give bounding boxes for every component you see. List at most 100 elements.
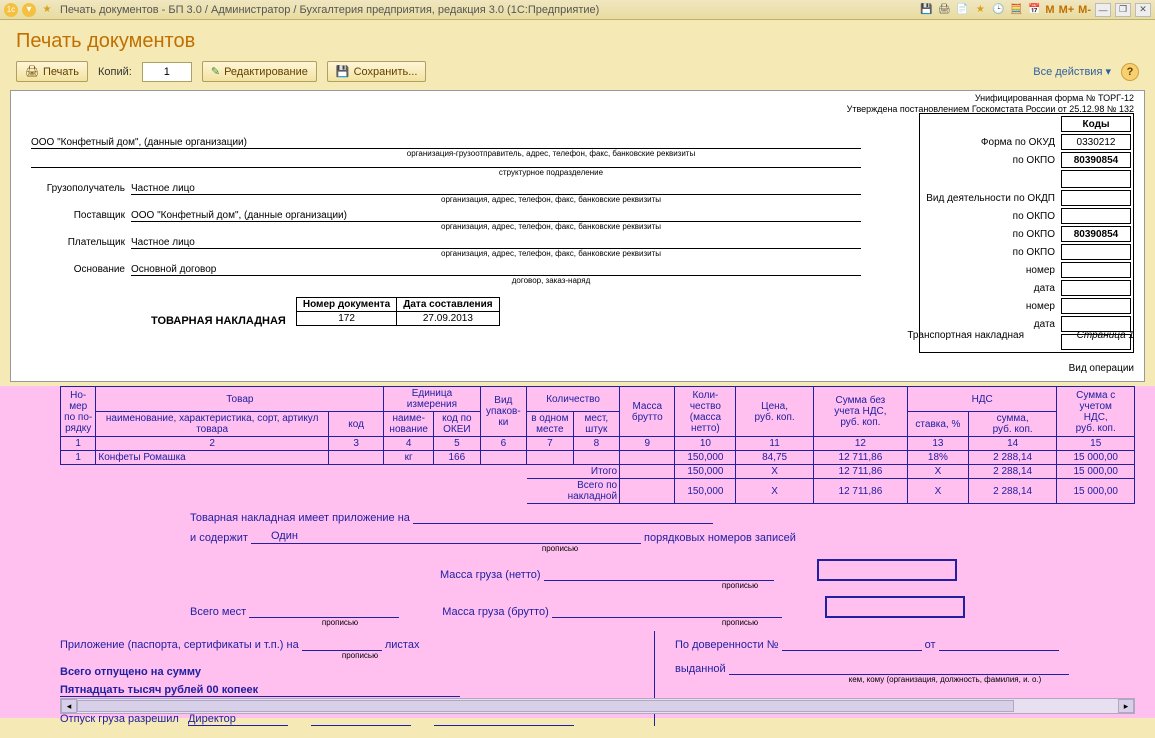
doc-icon[interactable]: 📄 [955, 3, 969, 17]
f-vsegomest: Всего мест [190, 606, 246, 618]
nd-v1: 172 [296, 312, 396, 326]
gp-lbl: Грузополучатель [31, 183, 131, 195]
f-pril: Приложение (паспорта, сертификаты и т.п.… [60, 639, 299, 651]
doc-name: ТОВАРНАЯ НАКЛАДНАЯ [151, 315, 286, 327]
restore-button[interactable]: ❐ [1115, 3, 1131, 17]
f-prop2: прописью [680, 581, 800, 590]
data-row: 1 Конфеты Ромашка кг 166 150,000 84,75 1… [61, 451, 1135, 465]
save-icon[interactable]: 💾 [919, 3, 933, 17]
h-ndssum: сумма, руб. коп. [968, 412, 1057, 437]
nd-h1: Номер документа [296, 298, 396, 312]
colnum: 6 [480, 437, 527, 451]
help-button[interactable]: ? [1121, 63, 1139, 81]
all-actions-link[interactable]: Все действия ▾ [1033, 65, 1111, 78]
f-list: листах [385, 639, 420, 651]
f-prop1: прописью [460, 544, 660, 553]
colnum: 11 [736, 437, 814, 451]
history-icon[interactable]: 🕒 [991, 3, 1005, 17]
print-label: Печать [43, 66, 79, 78]
edit-icon: ✎ [211, 65, 220, 78]
f-prop3: прописью [290, 618, 390, 627]
print-button[interactable]: 🖨 Печать [16, 61, 88, 82]
h-netto: Коли- чество (масса нетто) [675, 387, 736, 437]
h-nom: Но- мер по по- рядку [61, 387, 96, 437]
h-name: наименование, характеристика, сорт, арти… [96, 412, 329, 437]
plat-val: Частное лицо [131, 237, 861, 249]
okpo-val: 80390854 [1061, 152, 1131, 168]
org-line: ООО "Конфетный дом", (данные организации… [31, 137, 861, 149]
colnum: 10 [675, 437, 736, 451]
copies-input[interactable] [142, 62, 192, 82]
h-one: в одном месте [527, 412, 574, 437]
data-lbl: дата [922, 280, 1059, 296]
struct-sub: структурное подразделение [241, 168, 861, 177]
okpo4-lbl: по ОКПО [922, 244, 1059, 260]
h-edname: наиме- нование [384, 412, 434, 437]
calendar-icon[interactable]: 📅 [1027, 3, 1041, 17]
colnum: 15 [1057, 437, 1135, 451]
print-icon[interactable]: 🖨 [937, 3, 951, 17]
num-row: 123456789101112131415 [61, 437, 1135, 451]
gp-val: Частное лицо [131, 183, 861, 195]
scroll-right-icon[interactable]: ▸ [1118, 699, 1134, 713]
mem-mminus[interactable]: M- [1078, 4, 1091, 16]
star-icon[interactable]: ★ [40, 3, 54, 17]
h-brutto: Масса брутто [620, 387, 675, 437]
f-dov: По доверенности № [675, 639, 779, 651]
minimize-button[interactable]: — [1095, 3, 1111, 17]
f-prop4: прописью [680, 618, 800, 627]
transp-lbl: Транспортная накладная [907, 327, 1024, 344]
edit-label: Редактирование [224, 66, 308, 78]
f-summa: Пятнадцать тысяч рублей 00 копеек [60, 684, 460, 697]
f-brutto: Масса груза (брутто) [442, 606, 549, 618]
page-num: Страница 1 [1077, 330, 1134, 341]
calc-icon[interactable]: 🧮 [1009, 3, 1023, 17]
itogo-row: Итого 150,000 X 12 711,86 X 2 288,14 15 … [61, 465, 1135, 479]
h-vid: Вид упаков- ки [480, 387, 527, 437]
colnum: 3 [328, 437, 383, 451]
h-ed: Единица измерения [384, 387, 480, 412]
osn-sub: договор, заказ-наряд [241, 276, 861, 285]
items-table: Но- мер по по- рядку Товар Единица измер… [60, 386, 1135, 504]
colnum: 7 [527, 437, 574, 451]
table-area: Но- мер по по- рядку Товар Единица измер… [0, 386, 1155, 718]
okpo2-lbl: по ОКПО [922, 208, 1059, 224]
okdp-lbl: Вид деятельности по ОКДП [922, 190, 1059, 206]
plat-lbl: Плательщик [31, 237, 131, 249]
fav-icon[interactable]: ★ [973, 3, 987, 17]
colnum: 4 [384, 437, 434, 451]
post-val: ООО "Конфетный дом", (данные организации… [131, 210, 861, 222]
edit-button[interactable]: ✎ Редактирование [202, 61, 317, 82]
scroll-thumb[interactable] [77, 700, 1014, 712]
h-tovar: Товар [96, 387, 384, 412]
osn-val: Основной договор [131, 264, 861, 276]
org-sub: организация-грузоотправитель, адрес, тел… [241, 149, 861, 158]
save-button[interactable]: 💾 Сохранить... [327, 61, 427, 82]
nd-v2: 27.09.2013 [397, 312, 499, 326]
f-prop5: прописью [320, 651, 400, 660]
f-line1a: Товарная накладная имеет приложение на [190, 512, 410, 524]
scroll-left-icon[interactable]: ◂ [61, 699, 77, 713]
f-kem: кем, кому (организация, должность, фамил… [815, 675, 1075, 684]
post-sub: организация, адрес, телефон, факс, банко… [241, 222, 861, 231]
h-mest: мест, штук [573, 412, 620, 437]
post-lbl: Поставщик [31, 210, 131, 222]
gp-sub: организация, адрес, телефон, факс, банко… [241, 195, 861, 204]
f-odin: Один [251, 530, 641, 544]
down-icon[interactable]: ▾ [22, 3, 36, 17]
h-total: Сумма с учетом НДС, руб. коп. [1057, 387, 1135, 437]
codes-table: Коды Форма по ОКУД0330212 по ОКПО8039085… [919, 113, 1134, 353]
colnum: 8 [573, 437, 620, 451]
f-netto: Масса груза (нетто) [440, 569, 541, 581]
h-rate: ставка, % [907, 412, 968, 437]
mem-mplus[interactable]: M+ [1059, 4, 1075, 16]
mem-m[interactable]: M [1045, 4, 1054, 16]
toolbar: 🖨 Печать Копий: ✎ Редактирование 💾 Сохра… [0, 61, 1155, 90]
close-button[interactable]: ✕ [1135, 3, 1151, 17]
f-line1b: и содержит [190, 532, 248, 544]
printer-icon: 🖨 [25, 65, 39, 78]
horizontal-scrollbar[interactable]: ◂ ▸ [60, 698, 1135, 714]
nomer-lbl: номер [922, 262, 1059, 278]
document-area: Унифицированная форма № ТОРГ-12 Утвержде… [10, 90, 1145, 382]
colnum: 12 [813, 437, 907, 451]
